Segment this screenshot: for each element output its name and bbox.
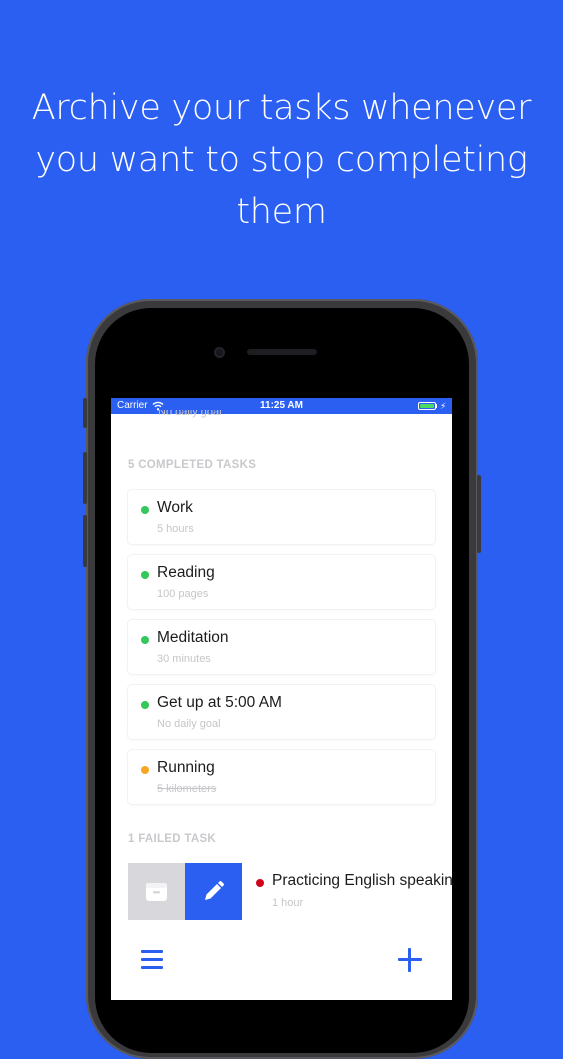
task-goal: No daily goal [157, 718, 221, 730]
phone-volume-up [83, 452, 87, 504]
battery-icon [418, 402, 436, 410]
front-camera [214, 347, 225, 358]
task-card-get-up[interactable]: Get up at 5:00 AM No daily goal [128, 685, 435, 739]
app-screen: Carrier 11:25 AM ⚡ No daily goal 5 COMPL… [111, 398, 452, 1000]
headline-line-1: Archive your tasks whenever [31, 88, 532, 128]
plus-icon[interactable] [398, 948, 422, 972]
pencil-icon [205, 881, 224, 900]
archive-button[interactable] [128, 863, 185, 920]
task-name: Work [157, 499, 193, 516]
failed-section-header: 1 FAILED TASK [128, 833, 217, 845]
task-card-work[interactable]: Work 5 hours [128, 490, 435, 544]
status-dot [141, 571, 149, 579]
task-card-reading[interactable]: Reading 100 pages [128, 555, 435, 609]
hamburger-menu-icon[interactable] [141, 950, 163, 970]
task-goal: 100 pages [157, 588, 209, 600]
task-name: Get up at 5:00 AM [157, 694, 282, 711]
status-dot [141, 701, 149, 709]
scrolled-goal-text: No daily goal [158, 410, 222, 418]
status-dot [141, 506, 149, 514]
phone-volume-down [83, 515, 87, 567]
task-goal: 30 minutes [157, 653, 211, 665]
charging-bolt-icon: ⚡ [440, 401, 447, 411]
archive-box-icon [146, 883, 167, 901]
task-goal: 5 kilometers [157, 783, 217, 795]
status-dot [141, 636, 149, 644]
battery-tip [436, 404, 437, 408]
headline: Archive your tasks whenever you want to … [0, 82, 563, 238]
task-name: Practicing English speaking [272, 872, 452, 889]
task-card-running[interactable]: Running 5 kilometers [128, 750, 435, 804]
edit-button[interactable] [185, 863, 242, 920]
task-card-meditation[interactable]: Meditation 30 minutes [128, 620, 435, 674]
task-card-practicing-english[interactable]: Practicing English speaking 1 hour [242, 863, 452, 920]
headline-line-2: you want to stop completing [35, 140, 528, 180]
status-dot [256, 879, 264, 887]
phone-silent-switch [83, 398, 87, 428]
earpiece-speaker [247, 349, 317, 355]
completed-section-header: 5 COMPLETED TASKS [128, 459, 257, 471]
task-name: Meditation [157, 629, 229, 646]
status-dot [141, 766, 149, 774]
task-name: Reading [157, 564, 215, 581]
task-name: Running [157, 759, 215, 776]
task-goal: 1 hour [272, 897, 304, 909]
task-goal: 5 hours [157, 523, 194, 535]
phone-power-button [477, 475, 481, 553]
headline-line-3: them [236, 192, 327, 232]
